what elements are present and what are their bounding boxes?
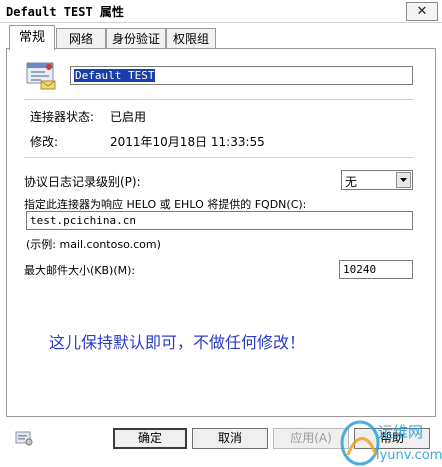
cancel-button[interactable]: 取消 (192, 428, 268, 449)
connector-icon (26, 62, 56, 90)
close-icon: ✕ (416, 4, 428, 19)
window-title: Default TEST 属性 (6, 5, 124, 19)
divider (24, 157, 414, 158)
general-tab-panel (6, 48, 436, 417)
connector-name-value: Default TEST (74, 69, 156, 82)
log-level-value: 无 (345, 175, 358, 189)
fqdn-input[interactable]: test.pcichina.cn (26, 211, 413, 230)
max-message-size-input[interactable]: 10240 (339, 260, 413, 279)
divider (24, 99, 414, 100)
watermark-url: iyunv.com (376, 448, 442, 463)
tab-network[interactable]: 网络 (56, 28, 106, 49)
info-card-icon (15, 431, 33, 446)
annotation-text: 这儿保持默认即可，不做任何修改！ (49, 333, 306, 352)
ok-button[interactable]: 确定 (113, 428, 187, 449)
close-button[interactable]: ✕ (406, 2, 438, 21)
fqdn-label: 指定此连接器为响应 HELO 或 EHLO 将提供的 FQDN(C): (24, 198, 307, 211)
watermark-logo: 运维网 iyunv.com (340, 420, 442, 466)
fqdn-example: (示例: mail.contoso.com) (26, 238, 161, 251)
modified-value: 2011年10月18日 11:33:55 (110, 135, 265, 149)
tab-general[interactable]: 常规 (9, 25, 55, 50)
tab-authentication[interactable]: 身份验证 (106, 28, 166, 49)
dropdown-arrow-icon (396, 172, 411, 188)
watermark-cn: 运维网 (378, 423, 423, 441)
title-bar: Default TEST 属性 ✕ (0, 0, 442, 23)
tab-permission-groups[interactable]: 权限组 (166, 28, 216, 49)
max-message-size-label: 最大邮件大小(KB)(M): (24, 264, 136, 277)
status-value: 已启用 (110, 110, 147, 124)
log-level-select[interactable]: 无 (341, 170, 413, 190)
modified-label: 修改: (30, 135, 59, 149)
status-label: 连接器状态: (30, 110, 95, 124)
log-level-label: 协议日志记录级别(P): (24, 175, 141, 189)
connector-name-input[interactable]: Default TEST (70, 66, 413, 85)
